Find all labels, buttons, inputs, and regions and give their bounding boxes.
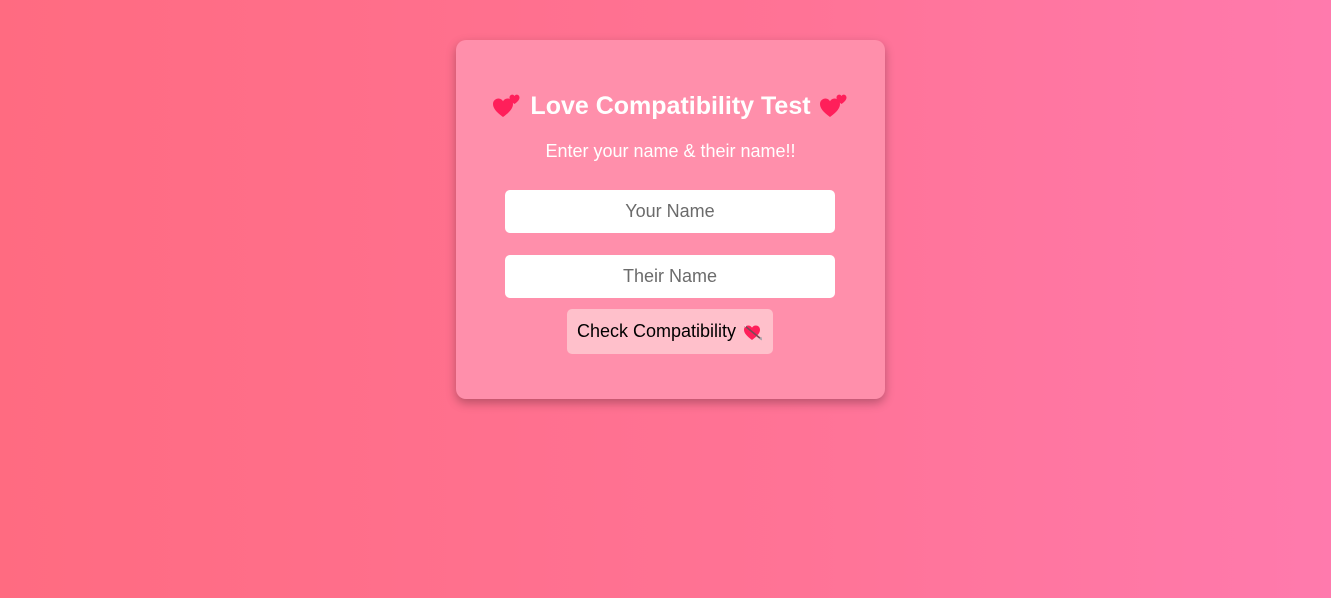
two-hearts-icon (819, 92, 849, 120)
page-title-text: Love Compatibility Test (530, 92, 811, 120)
check-compatibility-button[interactable]: Check Compatibility (567, 309, 773, 354)
page-title: Love Compatibility Test (456, 86, 885, 126)
their-name-input[interactable] (505, 255, 835, 298)
heart-with-arrow-icon (743, 323, 763, 341)
check-compatibility-label: Check Compatibility (576, 321, 737, 341)
your-name-input[interactable] (505, 190, 835, 233)
instructions-text: Enter your name & their name!! (545, 141, 796, 161)
compatibility-card: Love Compatibility Test Enter your name … (456, 40, 885, 399)
two-hearts-icon (492, 92, 522, 120)
